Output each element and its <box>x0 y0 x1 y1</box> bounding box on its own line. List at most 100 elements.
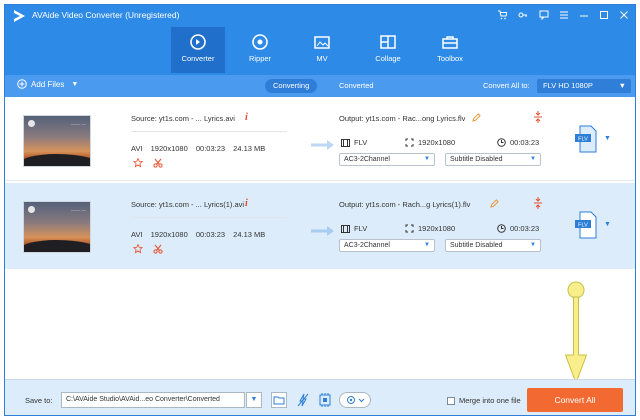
subtitle-value: Subtitle Disabled <box>450 156 503 163</box>
menu-icon[interactable] <box>557 8 571 22</box>
subtab-converting[interactable]: Converting <box>265 79 318 93</box>
collage-icon <box>380 35 396 49</box>
output-duration-meta: 00:03:23 <box>497 138 539 147</box>
tab-mv[interactable]: MV <box>295 27 349 73</box>
convert-all-format-value: FLV HD 1080P <box>543 81 593 90</box>
file-row: ~~~~ ~~ Source: yt1s.com - ... Lyrics.av… <box>5 97 635 181</box>
settings-button[interactable] <box>339 392 371 408</box>
source-meta: AVI 1920x1080 00:03:23 24.13 MB <box>131 230 271 239</box>
edit-pencil-icon[interactable] <box>490 199 499 208</box>
source-resolution: 1920x1080 <box>150 230 188 239</box>
convert-all-format-select[interactable]: FLV HD 1080P ▼ <box>537 79 631 93</box>
minimize-icon[interactable] <box>577 8 591 22</box>
tab-mv-label: MV <box>316 54 328 63</box>
resize-icon <box>405 224 414 233</box>
tab-collage-label: Collage <box>375 54 401 63</box>
output-duration-meta: 00:03:23 <box>497 224 539 233</box>
save-path-field[interactable]: C:\AVAide Studio\AVAid...eo Converter\Co… <box>61 392 245 408</box>
flv-format-label: FLV <box>578 137 588 143</box>
audio-track-select[interactable]: AC3-2Channel ▼ <box>339 239 435 252</box>
clock-icon <box>497 138 506 147</box>
gpu-icon[interactable] <box>317 392 333 408</box>
source-format: AVI <box>131 230 143 239</box>
key-icon[interactable] <box>516 8 530 22</box>
annotation-arrow <box>564 281 588 385</box>
chevron-down-icon[interactable]: ▼ <box>604 135 611 142</box>
video-thumbnail[interactable]: ~~~~ ~~ <box>23 201 91 253</box>
gear-icon <box>347 396 365 404</box>
arrow-right-icon <box>311 140 334 150</box>
source-duration: 00:03:23 <box>195 144 226 153</box>
chevron-down-icon: ▼ <box>424 242 430 248</box>
close-icon[interactable] <box>617 8 631 22</box>
tab-toolbox[interactable]: Toolbox <box>423 27 477 73</box>
maximize-icon[interactable] <box>597 8 611 22</box>
chevron-down-icon[interactable]: ▼ <box>604 221 611 228</box>
scissors-icon[interactable] <box>153 244 163 254</box>
add-files-button[interactable]: Add Files ▼ <box>17 79 78 89</box>
output-resolution: 1920x1080 <box>418 224 456 233</box>
source-size: 24.13 MB <box>233 144 266 153</box>
scissors-icon[interactable] <box>153 158 163 168</box>
title-bar: AVAide Video Converter (Unregistered) <box>5 5 635 27</box>
plus-circle-icon <box>17 79 27 89</box>
hardware-acceleration-icon[interactable] <box>295 392 311 408</box>
output-resolution-meta: 1920x1080 <box>405 224 455 233</box>
flv-format-icon[interactable]: FLV <box>575 125 597 153</box>
feedback-icon[interactable] <box>537 8 551 22</box>
chevron-down-icon: ▼ <box>424 156 430 162</box>
convert-all-button[interactable]: Convert All <box>527 388 623 412</box>
subtitle-select[interactable]: Subtitle Disabled ▼ <box>445 153 541 166</box>
tab-converter-label: Converter <box>181 54 215 63</box>
output-format-meta: FLV <box>341 138 367 147</box>
subtitle-value: Subtitle Disabled <box>450 242 503 249</box>
compress-icon[interactable] <box>533 197 543 209</box>
source-size: 24.13 MB <box>233 230 266 239</box>
tab-converter[interactable]: Converter <box>171 27 225 73</box>
output-resolution: 1920x1080 <box>418 138 456 147</box>
video-thumbnail[interactable]: ~~~~ ~~ <box>23 115 91 167</box>
source-meta: AVI 1920x1080 00:03:23 24.13 MB <box>131 144 271 153</box>
info-icon[interactable]: i <box>245 198 248 209</box>
chevron-down-icon: ▼ <box>530 156 536 162</box>
output-duration: 00:03:23 <box>510 224 540 233</box>
tab-collage[interactable]: Collage <box>361 27 415 73</box>
film-icon <box>341 138 350 147</box>
film-icon <box>341 224 350 233</box>
chevron-down-icon: ▼ <box>530 242 536 248</box>
subtab-converted[interactable]: Converted <box>331 79 382 93</box>
convert-all-to-label: Convert All to: <box>483 81 530 90</box>
app-logo-icon <box>14 10 25 22</box>
output-duration: 00:03:23 <box>510 138 540 147</box>
compress-icon[interactable] <box>533 111 543 123</box>
magic-wand-icon[interactable] <box>133 158 143 168</box>
tab-ripper-label: Ripper <box>248 54 272 63</box>
magic-wand-icon[interactable] <box>133 244 143 254</box>
subtitle-select[interactable]: Subtitle Disabled ▼ <box>445 239 541 252</box>
bottom-bar: Save to: C:\AVAide Studio\AVAid...eo Con… <box>5 379 635 415</box>
merge-checkbox[interactable] <box>447 397 455 405</box>
open-folder-icon[interactable] <box>271 392 287 408</box>
main-nav: Converter Ripper MV Collage Toolbox <box>5 27 635 75</box>
flv-format-icon[interactable]: FLV <box>575 211 597 239</box>
app-window: AVAide Video Converter (Unregistered) Co… <box>4 4 636 416</box>
tab-ripper[interactable]: Ripper <box>233 27 287 73</box>
chevron-down-icon: ▼ <box>618 81 626 90</box>
source-filename: Source: yt1s.com - ... Lyrics(1).avi <box>131 200 245 209</box>
chevron-down-icon[interactable]: ▼ <box>71 81 78 88</box>
toolbox-icon <box>442 36 458 49</box>
cart-icon[interactable] <box>495 8 509 22</box>
source-duration: 00:03:23 <box>195 230 226 239</box>
audio-track-value: AC3-2Channel <box>344 156 390 163</box>
audio-track-select[interactable]: AC3-2Channel ▼ <box>339 153 435 166</box>
arrow-right-icon <box>311 226 334 236</box>
info-icon[interactable]: i <box>245 112 248 123</box>
divider <box>131 217 287 218</box>
output-format-meta: FLV <box>341 224 367 233</box>
save-to-label: Save to: <box>25 396 53 405</box>
edit-pencil-icon[interactable] <box>472 113 481 122</box>
resize-icon <box>405 138 414 147</box>
chevron-down-icon[interactable]: ▼ <box>246 392 262 408</box>
flv-format-label: FLV <box>578 223 588 229</box>
source-resolution: 1920x1080 <box>150 144 188 153</box>
